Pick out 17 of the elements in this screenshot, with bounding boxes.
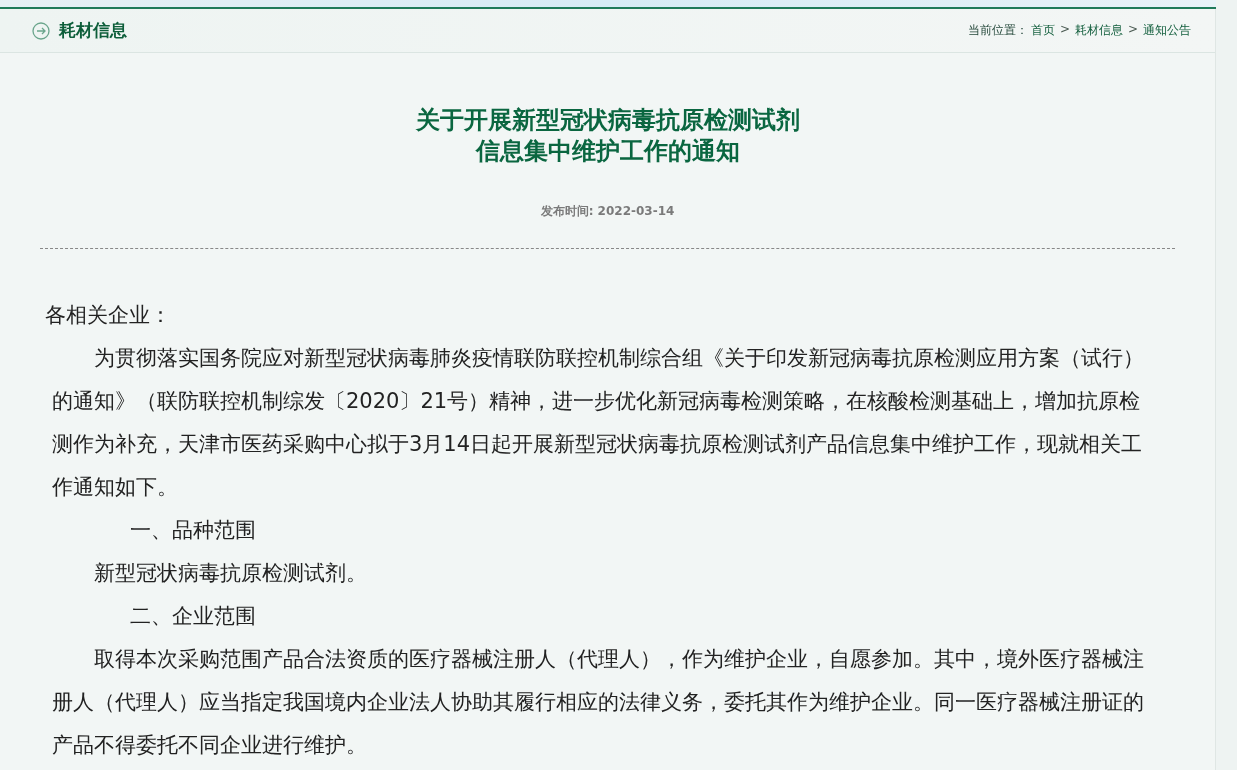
breadcrumb-link[interactable]: 首页: [1030, 22, 1055, 39]
salutation: 各相关企业：: [45, 302, 172, 329]
section-heading: 一、品种范围: [129, 517, 257, 544]
section-heading: 二、企业范围: [129, 603, 257, 630]
section-title: 耗材信息: [59, 19, 127, 42]
breadcrumb-label: 当前位置：: [967, 22, 1028, 39]
breadcrumb-separator: >: [1059, 22, 1070, 38]
article-title: 关于开展新型冠状病毒抗原检测试剂: [415, 105, 800, 136]
paragraph: 新型冠状病毒抗原检测试剂。: [93, 560, 368, 587]
publish-date: 发布时间: 2022-03-14: [540, 203, 675, 220]
article-title: 信息集中维护工作的通知: [475, 136, 740, 167]
breadcrumb-separator: >: [1127, 22, 1138, 38]
paragraph: 为贯彻落实国务院应对新型冠状病毒肺炎疫情联防联控机制综合组《关于印发新冠病毒抗原检测应用方案（试行）的通知》（联防联控机制综发〔2020〕21号）精神，进一步优化新冠病毒检测策略，在核酸检测基础上，增加抗原检测作为补充，天津市医药采购中心拟于3月14日起开展新型冠状病毒抗原检测试剂产品信息集中维护工作，现就相关工作通知如下。: [52, 345, 1145, 501]
breadcrumb-link[interactable]: 通知公告: [1143, 22, 1191, 39]
breadcrumb-link[interactable]: 耗材信息: [1074, 22, 1123, 39]
paragraph: 取得本次采购范围产品合法资质的医疗器械注册人（代理人），作为维护企业，自愿参加。其中，境外医疗器械注册人（代理人）应当指定我国境内企业法人协助其履行相应的法律义务，委托其作为维护企业。同一医疗器械注册证的产品不得委托不同企业进行维护。: [52, 646, 1145, 759]
arrow-circle-icon: [32, 21, 50, 40]
